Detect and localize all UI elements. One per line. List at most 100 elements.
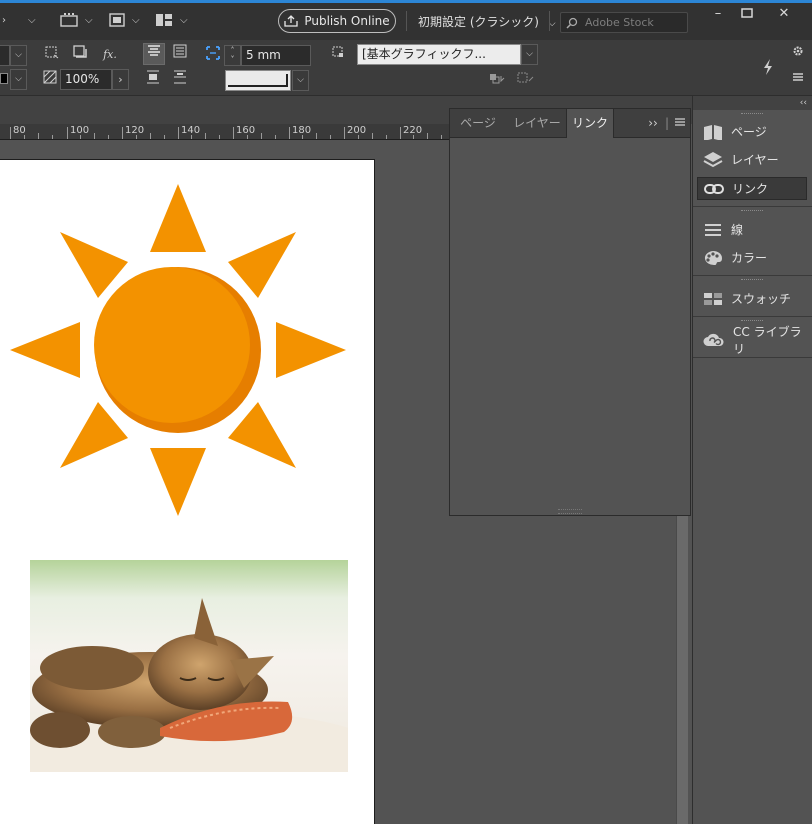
sun-ray (150, 448, 206, 516)
divider: | (664, 116, 670, 130)
object-style-icon (328, 45, 348, 65)
menu-fragment-icon[interactable]: › (2, 15, 6, 26)
dock-item-links[interactable]: リンク (697, 177, 807, 200)
chevron-down-icon[interactable]: ⌵ (10, 69, 27, 90)
arrange-documents-icon[interactable] (155, 12, 173, 28)
right-panel-dock: ‹‹ ページ レイヤー リンク 線 カラー スウォッチ CC ライブラリ (692, 96, 812, 824)
tab-layers[interactable]: レイヤー (507, 109, 567, 138)
dock-item-label: リンク (732, 182, 769, 196)
dock-grip[interactable] (741, 113, 763, 117)
sun-illustration[interactable] (0, 160, 375, 530)
search-placeholder: Adobe Stock (585, 16, 654, 29)
application-bar: › ⌵ ⌵ ⌵ ⌵ Publish Online 初期設定 (クラシック) ⌵ … (0, 0, 812, 40)
layers-icon (703, 151, 723, 167)
swatches-icon (704, 292, 722, 305)
sun-ray (60, 402, 128, 468)
opacity-icon (40, 70, 60, 90)
object-style-field[interactable]: [基本グラフィックフ... (357, 44, 521, 65)
distribute-spacing-icon[interactable] (170, 70, 190, 90)
distribute-vertical-icon[interactable] (143, 70, 163, 90)
tab-pages[interactable]: ページ (450, 109, 506, 138)
dock-item-pages[interactable]: ページ (697, 120, 807, 143)
dock-item-stroke[interactable]: 線 (697, 218, 807, 241)
publish-online-label: Publish Online (304, 14, 390, 28)
tab-links[interactable]: リンク (566, 109, 614, 138)
maximize-icon[interactable] (737, 7, 757, 21)
align-justify-icon[interactable] (170, 44, 190, 64)
stroke-preview-field[interactable] (225, 70, 291, 91)
dock-item-label: 線 (731, 223, 744, 237)
workspace-switcher[interactable]: 初期設定 (クラシック) ⌵ (418, 13, 556, 30)
break-link-icon[interactable] (516, 71, 536, 91)
search-icon (566, 17, 578, 29)
dock-separator (693, 206, 812, 207)
collapse-dock-icon[interactable]: ‹‹ (693, 96, 812, 110)
divider (406, 11, 407, 31)
stepper-arrows-icon[interactable]: ˄ ˅ (224, 45, 241, 66)
sun-ray (276, 322, 346, 378)
panel-tab-bar: ページ レイヤー リンク ›› | (450, 109, 690, 138)
sun-ray (150, 184, 206, 252)
dock-item-label: カラー (731, 251, 768, 265)
dock-item-cc-libraries[interactable]: CC ライブラリ (697, 325, 807, 356)
minimize-icon[interactable]: – (708, 7, 728, 21)
close-icon[interactable]: ✕ (774, 7, 794, 21)
panel-menu-icon[interactable] (672, 109, 688, 138)
ruler-tick-label: 120 (125, 125, 145, 136)
dock-separator (693, 357, 812, 358)
chevron-down-icon[interactable]: ⌵ (521, 44, 538, 65)
panel-resize-grip[interactable] (558, 509, 582, 514)
panel-menu-icon[interactable] (788, 70, 808, 90)
dock-item-label: レイヤー (731, 153, 779, 167)
stroke-icon (705, 223, 721, 236)
dock-item-color[interactable]: カラー (697, 246, 807, 269)
sun-ray (60, 232, 128, 298)
publish-online-button[interactable]: Publish Online (278, 9, 396, 33)
dock-separator (693, 316, 812, 317)
sun-disc (94, 267, 250, 423)
fill-swatch[interactable] (0, 73, 8, 84)
document-page[interactable] (0, 159, 375, 824)
chevron-down-icon[interactable]: ⌵ (85, 15, 93, 26)
gap-value-field[interactable]: 5 mm (241, 45, 311, 66)
chevron-down-icon[interactable]: ⌵ (180, 15, 188, 26)
drop-shadow-icon[interactable] (70, 45, 90, 65)
gap-tool-icon[interactable] (203, 45, 223, 65)
divider (549, 11, 550, 31)
chevron-right-icon[interactable]: › (112, 69, 129, 90)
align-center-button[interactable] (143, 43, 165, 65)
dock-item-label: スウォッチ (731, 292, 792, 306)
chevron-down-icon[interactable]: ⌵ (10, 45, 27, 66)
screen-mode-icon[interactable] (108, 12, 126, 28)
chevron-down-icon[interactable]: ⌵ (292, 70, 309, 91)
links-icon (704, 183, 724, 194)
dock-item-layers[interactable]: レイヤー (697, 148, 807, 171)
dock-separator (693, 275, 812, 276)
sun-ray (10, 322, 80, 378)
sleeping-kitten-photo[interactable] (30, 560, 348, 772)
pages-icon (704, 124, 722, 140)
chevron-down-icon[interactable]: ⌵ (132, 15, 140, 26)
vertical-scrollbar[interactable] (676, 515, 688, 824)
frame-fitting-icon[interactable] (42, 45, 62, 65)
cc-libraries-icon (703, 333, 724, 346)
workspace-label: 初期設定 (クラシック) (418, 15, 539, 29)
gear-icon[interactable] (788, 44, 808, 64)
adobe-stock-search[interactable]: Adobe Stock (560, 12, 688, 33)
view-options-icon[interactable] (60, 12, 78, 28)
quick-apply-icon[interactable] (758, 58, 778, 78)
dock-item-swatches[interactable]: スウォッチ (697, 287, 807, 310)
color-icon (704, 250, 722, 265)
control-panel: ⌵ ⌵ fx. 100% › ˄ ˅ 5 mm ⌵ [基本グラフィックフ... ⌵ (0, 40, 812, 96)
clear-overrides-icon[interactable] (488, 71, 508, 91)
horizontal-ruler[interactable]: 80 100 120 140 160 180 200 220 (0, 124, 450, 140)
links-floating-panel: ページ レイヤー リンク ›› | (449, 108, 691, 516)
dock-grip[interactable] (741, 279, 763, 283)
reference-point-field[interactable] (0, 45, 10, 66)
dock-grip[interactable] (741, 210, 763, 214)
effects-fx-icon[interactable]: fx. (100, 45, 120, 65)
scale-field[interactable]: 100% (60, 69, 112, 90)
chevron-down-icon[interactable]: ⌵ (28, 15, 36, 26)
ruler-tick-label: 160 (236, 125, 256, 136)
panel-overflow-icon[interactable]: ›› (646, 109, 660, 138)
